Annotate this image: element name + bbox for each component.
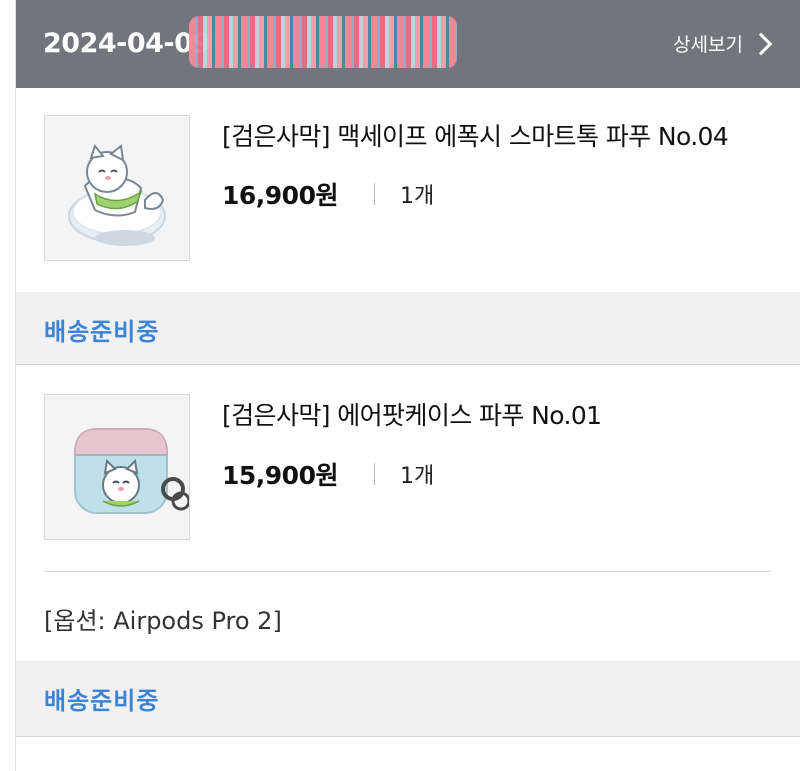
product-option: [옵션: Airpods Pro 2]	[44, 607, 282, 635]
divider	[44, 571, 771, 572]
divider	[373, 183, 375, 205]
redacted-order-number	[189, 16, 457, 68]
product-price: 15,900원	[222, 461, 338, 490]
product-name[interactable]: [검은사막] 맥세이프 에폭시 스마트톡 파푸 No.04	[222, 117, 729, 153]
shipping-status: 배송준비중	[44, 687, 160, 715]
product-quantity: 1개	[399, 464, 435, 489]
airpods-case-cat-image	[45, 395, 189, 539]
price-row: 16,900원 1개	[222, 176, 434, 212]
product-price: 16,900원	[222, 181, 338, 210]
product-thumbnail[interactable]	[44, 394, 190, 540]
smart-tok-cat-image	[45, 116, 189, 260]
view-details-label: 상세보기	[673, 34, 743, 56]
order-date: 2024-04-09	[43, 28, 211, 59]
chevron-right-icon	[749, 32, 773, 55]
product-quantity: 1개	[399, 184, 435, 209]
product-name[interactable]: [검은사막] 에어팟케이스 파푸 No.01	[222, 396, 602, 432]
product-thumbnail[interactable]	[44, 115, 190, 261]
divider	[373, 463, 375, 485]
view-details-link[interactable]: 상세보기	[673, 30, 773, 57]
shipping-status-bar: 배송준비중	[16, 292, 800, 365]
shipping-status: 배송준비중	[44, 318, 160, 346]
order-item[interactable]: [검은사막] 에어팟케이스 파푸 No.01 15,900원 1개 [옵션: A…	[16, 365, 800, 661]
shipping-status-bar: 배송준비중	[16, 661, 800, 737]
order-header: 2024-04-09 상세보기	[16, 0, 800, 88]
price-row: 15,900원 1개	[222, 456, 434, 492]
order-item[interactable]: [검은사막] 맥세이프 에폭시 스마트톡 파푸 No.04 16,900원 1개	[16, 88, 800, 292]
order-card: 2024-04-09 상세보기 [검은사막] 맥세이프 에폭시 스마트톡 파푸 …	[15, 0, 800, 771]
